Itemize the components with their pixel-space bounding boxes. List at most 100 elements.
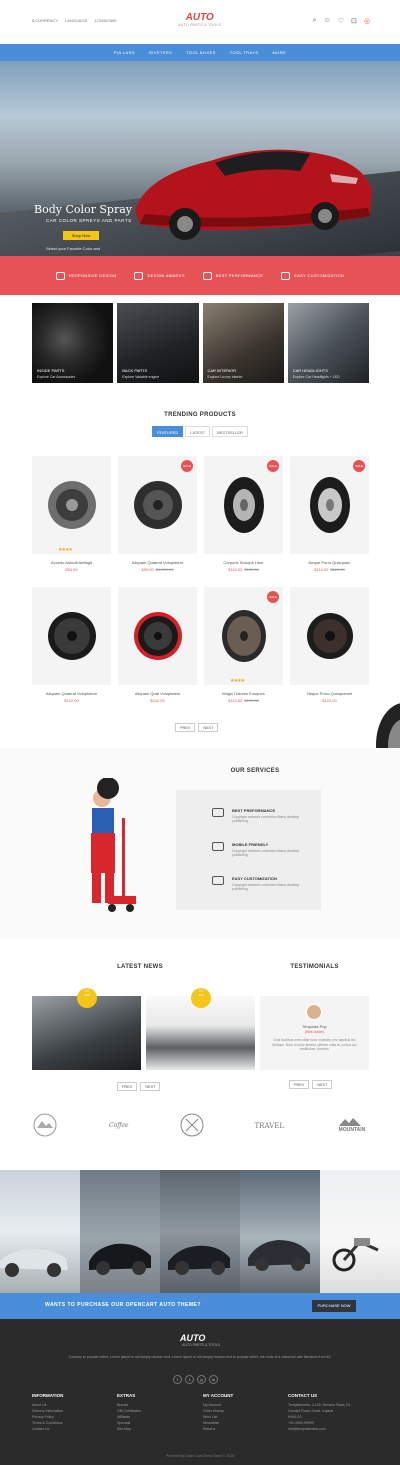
footer-col-extras: EXTRAS Brands Gift Certificates Affiliat… (117, 1393, 141, 1432)
speed-icon (202, 271, 212, 280)
product-card[interactable]: Neque Porro Quisquamet $122.00 (290, 587, 369, 712)
service-title: EASY CUSTOMIZATION (232, 876, 277, 881)
category-inside-parts[interactable]: INSIDE PARTS Explore Car Accessories (32, 303, 114, 383)
product-name[interactable]: Corporis Suscipit Libor (204, 560, 283, 565)
tab-latest[interactable]: LATEST (185, 426, 211, 437)
footer-link[interactable]: Returns (203, 1426, 233, 1432)
category-car-interior[interactable]: CAR INTERIOR Explore Luxury interior (202, 303, 284, 383)
footer-description: Contrary to popular belief, Lorem Ipsum … (68, 1355, 332, 1359)
testimonials-title: TESTIMONIALS (290, 964, 339, 970)
nav-item-more[interactable]: MORE (272, 50, 286, 55)
search-icon[interactable]: ⌕ (313, 17, 317, 25)
google-plus-icon[interactable]: g (197, 1375, 206, 1384)
service-desc: Copyright network correction Many deskto… (232, 815, 300, 823)
purchase-text: WANTS TO PURCHASE OUR OPENCART AUTO THEM… (45, 1302, 201, 1308)
logo-brand: AUTO (185, 12, 214, 23)
brand-logos: Coffee TRAVEL MOUNTAIN (32, 1113, 369, 1138)
footer-col-information: INFORMATION About Us Delivery Informatio… (32, 1393, 63, 1432)
category-car-headlights[interactable]: CAR HEADLIGHTS Explore Car Headlights + … (287, 303, 369, 383)
product-name[interactable]: Neque Porro Quisquam (290, 560, 369, 565)
product-card[interactable]: SALE Aliquam Quaerat Voluptatem $90.00 $1… (118, 456, 197, 581)
services-title: OUR SERVICES (230, 768, 280, 774)
chat-icon (281, 271, 291, 280)
tab-bestseller[interactable]: BESTSELLER (212, 426, 248, 437)
tire-image (310, 477, 350, 533)
category-label: BACK PARTS (122, 368, 148, 373)
sale-badge: SALE (181, 460, 193, 472)
currency-selector[interactable]: $ CURRENCY (32, 18, 58, 23)
sale-badge: SALE (267, 460, 279, 472)
brand-logo[interactable]: Coffee (109, 1122, 129, 1129)
gallery-image[interactable] (240, 1170, 320, 1293)
product-card[interactable]: Aliquam Quaerat Voluptatem $122.00 (32, 587, 111, 712)
hero-car-image (135, 149, 372, 240)
gallery-image[interactable] (160, 1170, 240, 1293)
product-card[interactable]: SALE ★★★★ Magni Dolores Eosques $113.60 $… (204, 587, 283, 712)
product-card[interactable]: Aliquam Quat Voluptatem $242.00 (118, 587, 197, 712)
product-name[interactable]: Aliquam Quaerat Voluptatem (118, 560, 197, 565)
linkedin-icon[interactable]: in (209, 1375, 218, 1384)
footer-col-title: EXTRAS (117, 1393, 136, 1398)
product-name[interactable]: Accedu Autodit Aeflagit (32, 560, 111, 565)
nav-item-tool-boxes[interactable]: TOOL BOXES (186, 50, 216, 55)
feature-awards: DESIGN AWARDS (134, 271, 185, 280)
testimonial-name: Tenjunda Pop (302, 1024, 327, 1029)
brand-logo[interactable] (180, 1113, 204, 1138)
language-selector[interactable]: LANGUAGE (65, 18, 87, 23)
product-name[interactable]: Aliquam Quat Voluptatem (118, 691, 197, 696)
gallery-image[interactable] (80, 1170, 160, 1293)
category-banners: INSIDE PARTS Explore Car Accessories BAC… (32, 303, 369, 383)
feature-responsive: RESPONSIVE DESIGN (55, 271, 117, 280)
feature-label: DESIGN AWARDS (147, 273, 185, 278)
heart-icon[interactable]: ♡ (338, 17, 344, 25)
brand-logo[interactable] (32, 1113, 58, 1138)
nav-item-riveters[interactable]: RIVETERS (149, 50, 172, 55)
next-button[interactable]: NEXT (312, 1080, 333, 1089)
products-pager: PREV NEXT (175, 723, 219, 732)
gallery-image[interactable] (320, 1170, 400, 1293)
testimonial-quote: Duis faucibus enim vitae nunc molestie, … (272, 1038, 357, 1051)
footer-logo[interactable]: AUTO (180, 1333, 205, 1343)
prev-button[interactable]: PREV (175, 723, 196, 732)
cart-icon[interactable]: ◎ (364, 17, 370, 25)
service-title: MOBILE FRIENDLY (232, 842, 269, 847)
footer-link[interactable]: Contact Us (32, 1426, 63, 1432)
product-name[interactable]: Magni Dolores Eosques (204, 691, 283, 696)
twitter-icon[interactable]: t (185, 1375, 194, 1384)
product-card[interactable]: SALE Neque Porro Quisquam $114.00 $122.00 (290, 456, 369, 581)
testimonial-card: Tenjunda Pop (Web Adder) Duis faucibus e… (260, 996, 369, 1070)
user-icon[interactable]: ☺ (324, 17, 331, 25)
next-button[interactable]: NEXT (140, 1082, 161, 1091)
nav-item-tool-trays[interactable]: TOOL TRAYS (230, 50, 259, 55)
product-card[interactable]: SALE Corporis Suscipit Libor $114.00 $122… (204, 456, 283, 581)
feature-label: BEST PERFORMANCE (215, 273, 264, 278)
tab-featured[interactable]: FEATURED (152, 426, 184, 437)
facebook-icon[interactable]: f (173, 1375, 182, 1384)
bag-icon[interactable]: ⊡ (351, 17, 357, 25)
shop-now-button[interactable]: Shop Now (63, 231, 99, 240)
brand-logo[interactable]: TRAVEL (255, 1122, 284, 1130)
product-name[interactable]: Aliquam Quaerat Voluptatem (32, 691, 111, 696)
shield-icon (134, 271, 144, 280)
site-logo[interactable]: AUTO AUTO PARTS & TOOLS (178, 12, 221, 27)
nav-item-pullars[interactable]: PULLARS (114, 50, 135, 55)
prev-button[interactable]: PREV (117, 1082, 138, 1091)
product-card[interactable]: ★★★★ Accedu Autodit Aeflagit $54.99 (32, 456, 111, 581)
purchase-now-button[interactable]: PURCHASE NOW (312, 1300, 356, 1312)
rim-image (307, 613, 353, 659)
category-back-parts[interactable]: BACK PARTS Explore Variable engine (117, 303, 199, 383)
category-label: CAR INTERIOR (207, 368, 237, 373)
product-name[interactable]: Neque Porro Quisquamet (290, 691, 369, 696)
category-sub: Explore Variable engine (122, 375, 160, 379)
hero-banner[interactable]: Body Color Spray CAR COLOR SPREYS AND PA… (0, 61, 400, 256)
wheel-cover-image (48, 612, 96, 660)
footer-col-contact: CONTACT US Templatemela, 4-125, Nirvana … (288, 1393, 351, 1432)
feature-label: EASY CUSTOMIZATION (294, 273, 345, 278)
next-button[interactable]: NEXT (198, 723, 219, 732)
footer-link[interactable]: Site Map (117, 1426, 141, 1432)
footer-email[interactable]: info@templatemela.com (288, 1426, 351, 1432)
prev-button[interactable]: PREV (289, 1080, 310, 1089)
gallery-image[interactable] (0, 1170, 80, 1293)
brand-logo[interactable]: MOUNTAIN (335, 1118, 369, 1133)
product-price: $90.00 $1,000.00 (141, 567, 174, 572)
